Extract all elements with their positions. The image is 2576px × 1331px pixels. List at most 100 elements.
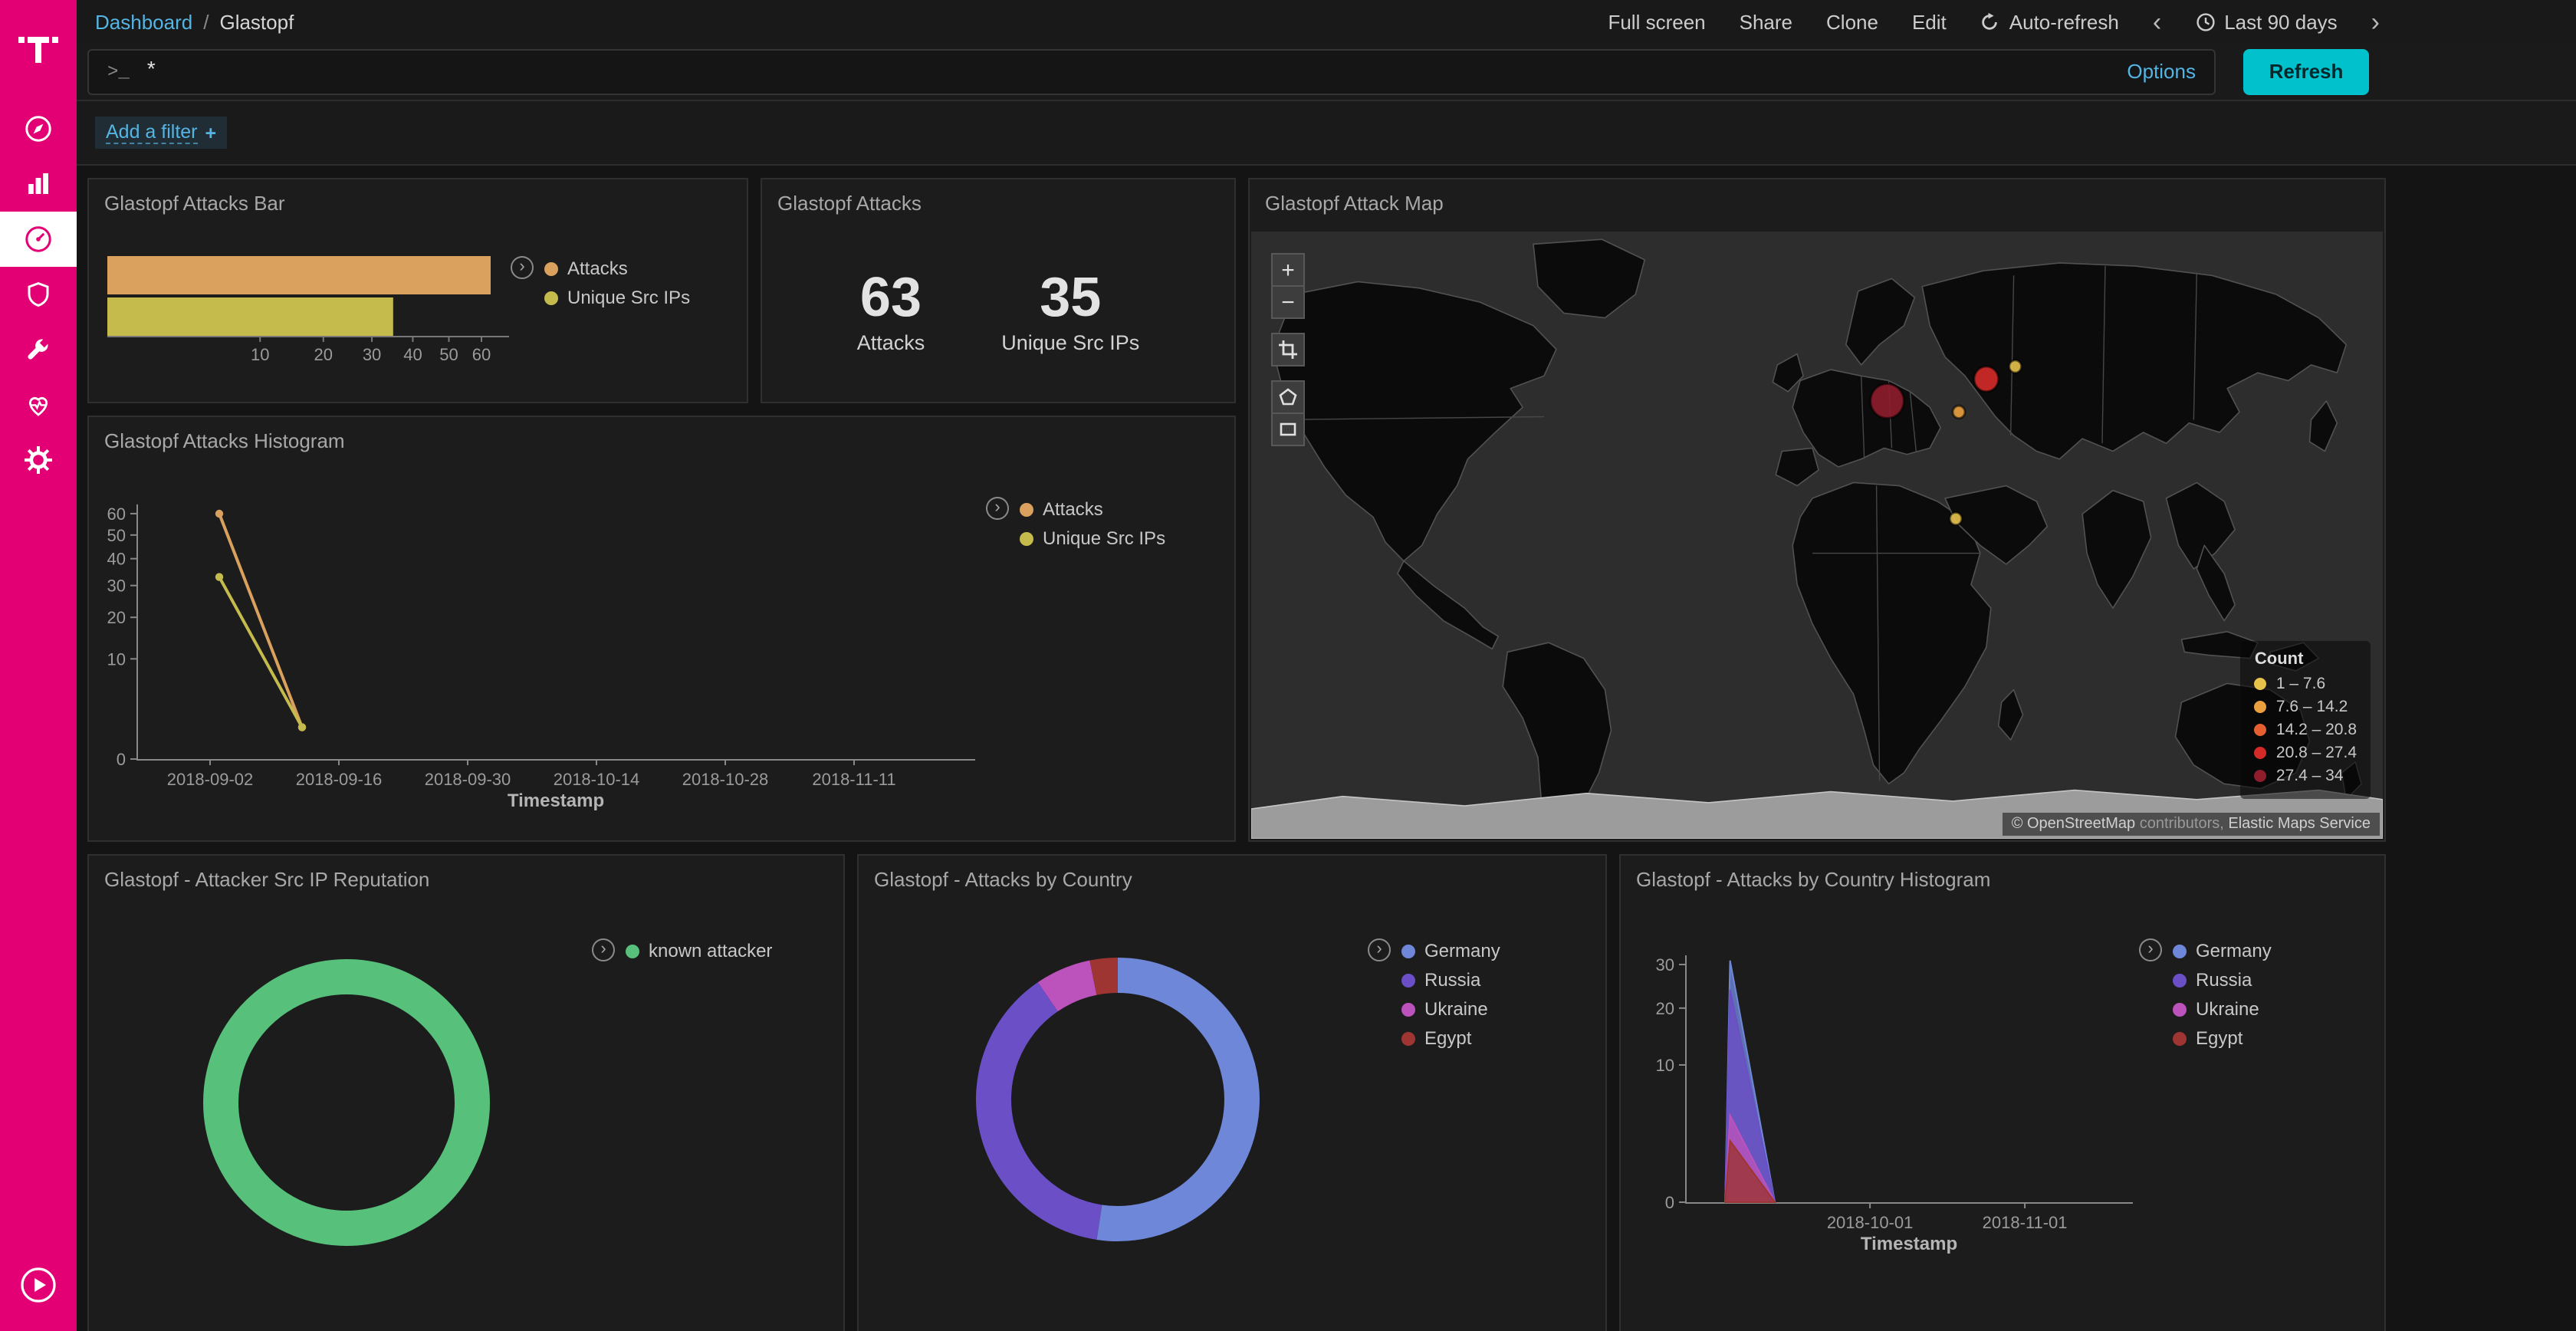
sidebar-item-dashboard[interactable]: [0, 212, 77, 267]
bar-chart-icon: [23, 169, 54, 199]
gear-icon: [23, 445, 54, 475]
sidebar-item-discover[interactable]: [0, 101, 77, 156]
telekom-logo-icon[interactable]: [17, 15, 60, 83]
svg-text:20: 20: [107, 608, 126, 627]
map-draw-rectangle-button[interactable]: [1271, 412, 1305, 446]
clock-icon: [2195, 12, 2215, 31]
legend-range-label: 27.4 – 34: [2276, 767, 2344, 785]
legend-label: Russia: [1424, 969, 1480, 991]
query-bar: >_ * Options Refresh: [77, 43, 2576, 101]
chart-legend: › Attacks Unique Src IPs: [511, 256, 690, 308]
svg-text:60: 60: [107, 504, 126, 524]
svg-text:20: 20: [314, 345, 333, 364]
svg-text:50: 50: [439, 345, 458, 364]
crop-icon: [1279, 340, 1297, 359]
svg-text:10: 10: [1656, 1056, 1674, 1075]
metric-label: Attacks: [857, 330, 925, 353]
legend-color-dot: [2255, 678, 2267, 690]
legend-toggle-icon[interactable]: ›: [592, 938, 615, 961]
sidebar-item-monitoring[interactable]: [0, 377, 77, 432]
query-options-link[interactable]: Options: [2127, 60, 2196, 83]
main-area: Dashboard / Glastopf Full screen Share C…: [77, 0, 2576, 1331]
map-fit-data-button[interactable]: [1271, 333, 1305, 366]
panel-attacks-by-country: Glastopf - Attacks by Country › GermanyR…: [857, 854, 1607, 1331]
metric-label: Unique Src IPs: [1001, 330, 1139, 353]
sidebar-expand-button[interactable]: [0, 1257, 77, 1313]
legend-item[interactable]: Attacks: [544, 258, 690, 279]
legend-item[interactable]: Egypt: [2173, 1027, 2272, 1049]
svg-text:0: 0: [117, 750, 126, 769]
search-query-input[interactable]: >_ * Options: [87, 48, 2216, 94]
play-icon: [18, 1265, 58, 1305]
legend-item[interactable]: Unique Src IPs: [544, 287, 690, 308]
legend-item[interactable]: Germany: [2173, 940, 2272, 961]
sidebar-item-dev-tools[interactable]: [0, 322, 77, 377]
legend-toggle-icon[interactable]: ›: [986, 497, 1009, 520]
clone-button[interactable]: Clone: [1826, 10, 1878, 33]
metric-value: 35: [1001, 267, 1139, 327]
legend-color-dot: [626, 944, 639, 958]
legend-item[interactable]: Russia: [1401, 969, 1500, 991]
legend-label: Egypt: [2196, 1027, 2242, 1049]
panel-title: Glastopf - Attacker Src IP Reputation: [89, 856, 843, 903]
svg-text:50: 50: [107, 526, 126, 545]
sidebar-item-security[interactable]: [0, 267, 77, 322]
metric-row: 63 Attacks 35 Unique Src IPs: [762, 267, 1234, 353]
legend-color-dot: [2173, 944, 2187, 958]
breadcrumb-current-page: Glastopf: [219, 10, 294, 33]
legend-toggle-icon[interactable]: ›: [2139, 938, 2162, 961]
legend-color-dot: [1020, 502, 1033, 516]
legend-color-dot: [1020, 531, 1033, 545]
svg-text:Timestamp: Timestamp: [508, 790, 604, 811]
map-zoom-in-button[interactable]: +: [1271, 253, 1305, 287]
map-count-legend: Count 1 – 7.67.6 – 14.214.2 – 20.820.8 –…: [2241, 641, 2371, 799]
legend-item[interactable]: Attacks: [1020, 498, 1165, 520]
refresh-cycle-icon: [1980, 12, 2000, 31]
time-range-back-button[interactable]: ‹: [2153, 8, 2161, 35]
legend-item[interactable]: Egypt: [1401, 1027, 1500, 1049]
map-zoom-out-button[interactable]: −: [1271, 285, 1305, 319]
svg-text:2018-09-02: 2018-09-02: [167, 770, 254, 789]
legend-item[interactable]: Ukraine: [2173, 998, 2272, 1020]
legend-item[interactable]: Unique Src IPs: [1020, 527, 1165, 549]
line-chart-canvas[interactable]: 01020304050602018-09-022018-09-162018-09…: [89, 463, 1101, 831]
time-range-forward-button[interactable]: ›: [2371, 8, 2380, 35]
rectangle-icon: [1279, 420, 1297, 439]
query-value: *: [145, 59, 158, 84]
auto-refresh-button[interactable]: Auto-refresh: [1980, 10, 2119, 33]
sidebar-item-visualize[interactable]: [0, 156, 77, 212]
bar-chart-canvas[interactable]: 102030405060: [101, 247, 561, 370]
legend-toggle-icon[interactable]: ›: [511, 256, 534, 279]
legend-item[interactable]: Germany: [1401, 940, 1500, 961]
full-screen-button[interactable]: Full screen: [1608, 10, 1705, 33]
time-range-button[interactable]: Last 90 days: [2195, 10, 2337, 33]
edit-button[interactable]: Edit: [1912, 10, 1947, 33]
metric-attacks: 63 Attacks: [857, 267, 925, 353]
polygon-icon: [1279, 388, 1297, 406]
wrench-icon: [23, 334, 54, 365]
map-legend-range: 7.6 – 14.2: [2255, 698, 2357, 716]
legend-toggle-icon[interactable]: ›: [1368, 938, 1391, 961]
donut-chart-canvas[interactable]: [89, 856, 843, 1331]
legend-item[interactable]: known attacker: [626, 940, 772, 961]
legend-color-dot: [2173, 1002, 2187, 1016]
legend-color-dot: [1401, 1002, 1415, 1016]
legend-label: known attacker: [649, 940, 772, 961]
map-legend-range: 20.8 – 27.4: [2255, 744, 2357, 762]
add-filter-button[interactable]: Add a filter +: [95, 117, 227, 149]
sidebar-item-management[interactable]: [0, 432, 77, 488]
legend-item[interactable]: Russia: [2173, 969, 2272, 991]
sidebar-nav: [0, 101, 77, 488]
svg-text:60: 60: [472, 345, 491, 364]
breadcrumb-dashboard-link[interactable]: Dashboard: [95, 10, 192, 33]
map-draw-polygon-button[interactable]: [1271, 380, 1305, 414]
svg-text:2018-10-28: 2018-10-28: [682, 770, 769, 789]
legend-item[interactable]: Ukraine: [1401, 998, 1500, 1020]
refresh-button[interactable]: Refresh: [2243, 48, 2369, 94]
world-map[interactable]: + −: [1251, 232, 2383, 839]
donut-chart-canvas[interactable]: [859, 856, 1605, 1331]
legend-label: Germany: [2196, 940, 2272, 961]
area-chart-canvas[interactable]: 01020302018-10-012018-11-01Timestamp: [1621, 902, 2387, 1285]
share-button[interactable]: Share: [1740, 10, 1792, 33]
map-canvas[interactable]: [1251, 232, 2383, 839]
